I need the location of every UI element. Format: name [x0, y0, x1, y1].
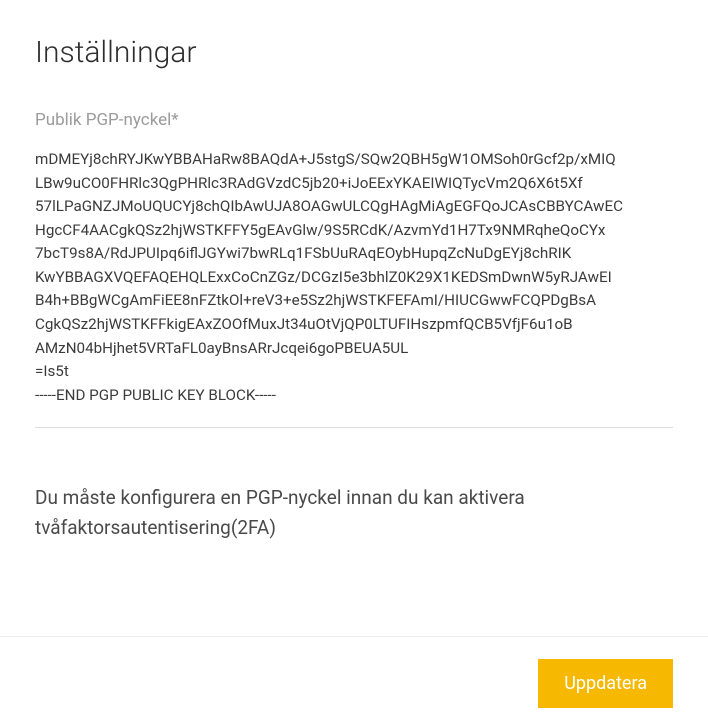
pgp-key-input[interactable]: [35, 148, 673, 423]
footer-bar: Uppdatera: [0, 636, 708, 708]
page-title: Inställningar: [35, 35, 673, 70]
pgp-textarea-wrapper: [35, 148, 673, 428]
two-factor-info-text: Du måste konfigurera en PGP-nyckel innan…: [35, 483, 673, 544]
update-button[interactable]: Uppdatera: [538, 659, 673, 708]
pgp-key-label: Publik PGP-nyckel*: [35, 110, 673, 130]
